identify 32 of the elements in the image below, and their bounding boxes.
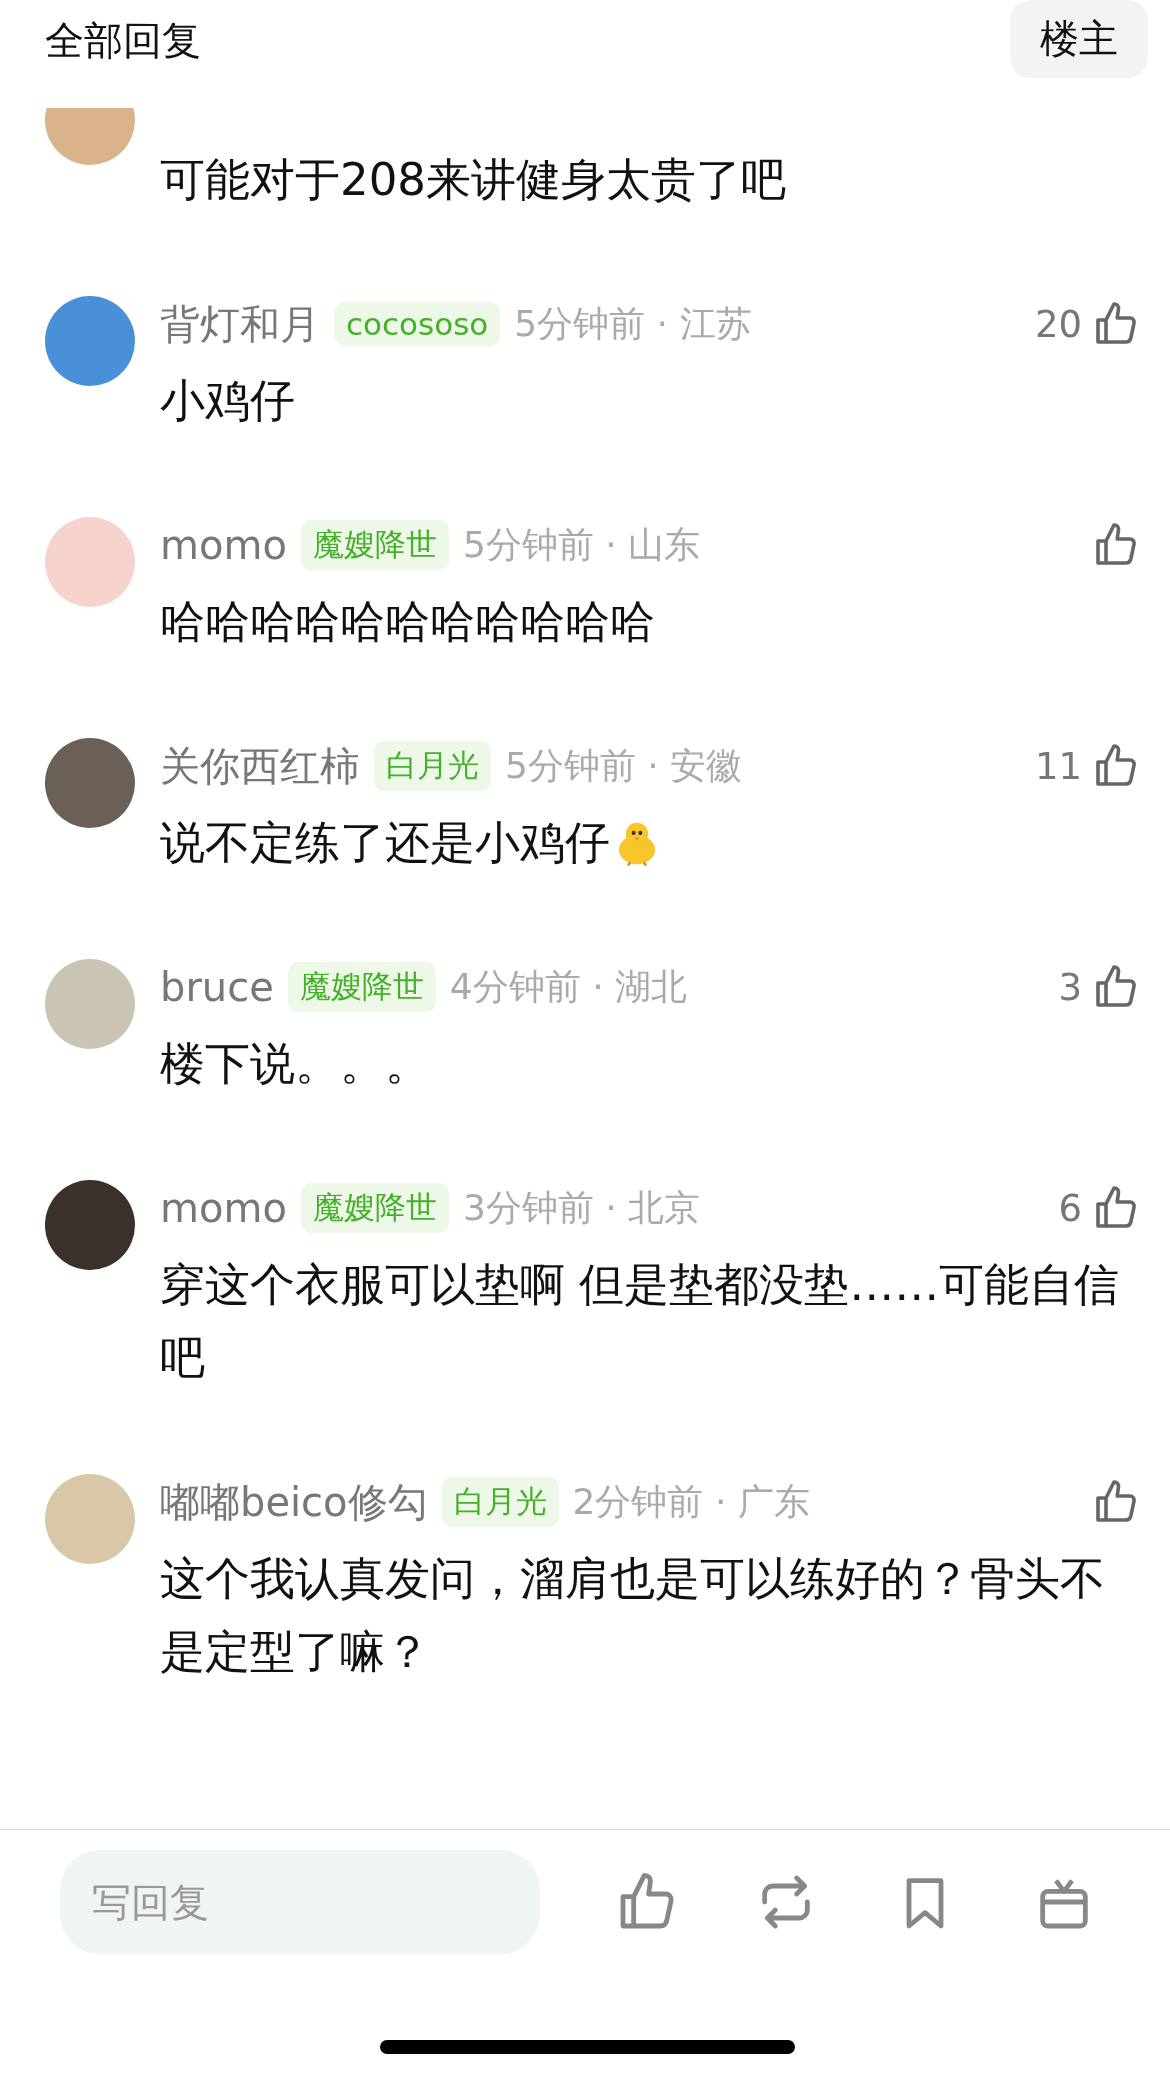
comment-text: 小鸡仔 [160,373,295,429]
comment-time: 2分钟前 · 广东 [572,1479,810,1524]
fan-badge: 魔嫂降世 [300,520,449,570]
username[interactable]: bruce [160,964,274,1010]
comment-time: 4分钟前 · 湖北 [449,964,688,1009]
comment-text: 说不定练了还是小鸡仔 [160,815,610,871]
fan-badge: 魔嫂降世 [287,962,436,1012]
section-title: 全部回复 [45,17,201,65]
username[interactable]: 关你西红柿 [160,738,360,794]
like-count: 20 [1034,302,1082,346]
comment-time: 3分钟前 · 北京 [462,1185,701,1230]
comment-text: 可能对于208来讲健身太贵了吧 [160,152,786,208]
comment-text: 哈哈哈哈哈哈哈哈哈哈哈 [160,594,655,650]
comment-text: 楼下说。。。 [160,1036,430,1092]
comment-time: 5分钟前 · 山东 [462,522,701,567]
reply-input[interactable]: 写回复 [60,1850,540,1954]
filter-button[interactable]: 楼主 [1010,0,1148,78]
like-count: 11 [1034,744,1082,788]
like-count: 6 [1058,1186,1082,1230]
username[interactable]: momo [160,1185,287,1231]
fan-badge: 魔嫂降世 [300,1183,449,1233]
username[interactable]: momo [160,522,287,568]
fan-badge: 白月光 [374,741,491,791]
comment-text: 这个我认真发问，溜肩也是可以练好的？骨头不是定型了嘛？ [160,1551,1106,1680]
fan-badge: 白月光 [441,1477,559,1527]
username[interactable]: 背灯和月 [160,296,320,352]
comment-time: 5分钟前 · 安徽 [505,743,743,788]
username[interactable]: 嘟嘟beico修勾 [160,1474,428,1530]
like-count: 3 [1058,965,1082,1009]
fan-badge: cocososo [334,302,501,346]
comment-text: 穿这个衣服可以垫啊 但是垫都没垫……可能自信吧 [160,1257,1121,1386]
comment-time: 5分钟前 · 江苏 [514,301,752,346]
